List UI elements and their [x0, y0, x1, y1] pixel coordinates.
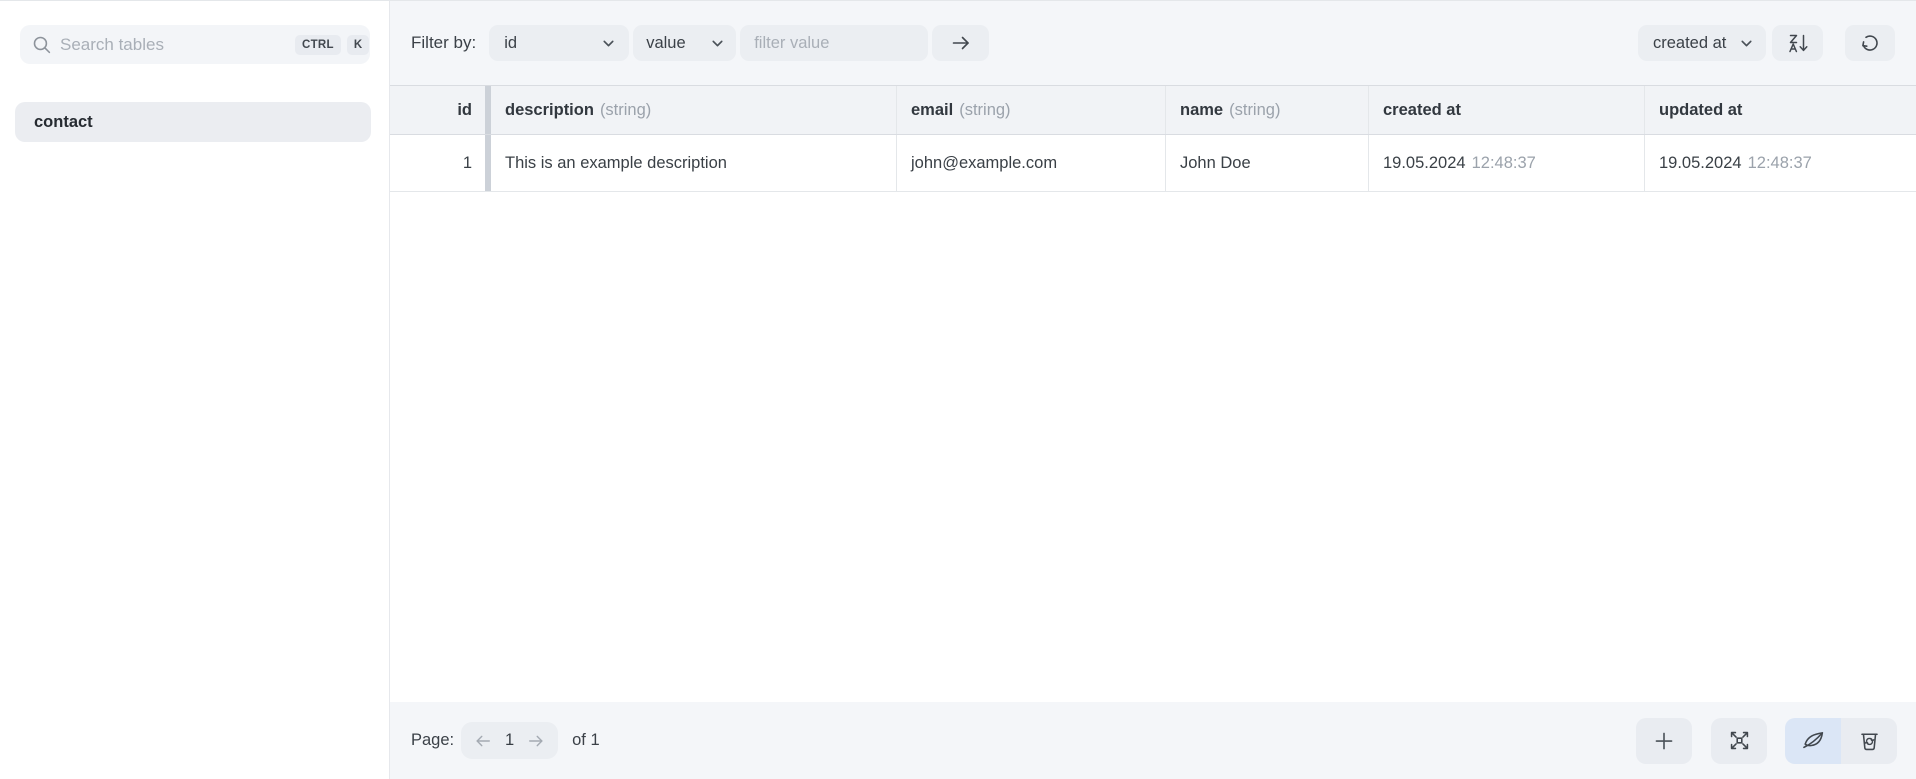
- table-name-label: contact: [34, 112, 93, 131]
- sort-za-icon: [1788, 34, 1808, 53]
- column-header-email[interactable]: email (string): [897, 86, 1166, 134]
- sidebar-item-contact[interactable]: contact: [15, 102, 371, 142]
- column-label: id: [457, 100, 472, 119]
- plus-icon: [1655, 732, 1673, 749]
- search-tables-box[interactable]: CTRL K: [20, 25, 370, 64]
- expand-view-button[interactable]: [1711, 717, 1767, 764]
- next-page-button[interactable]: [526, 731, 546, 751]
- cell-updated-at[interactable]: 19.05.2024 12:48:37: [1645, 135, 1916, 191]
- column-label: updated at: [1659, 100, 1743, 119]
- search-icon: [33, 36, 51, 54]
- leaf-icon: [1802, 732, 1823, 749]
- filter-operator-value: value: [646, 33, 686, 52]
- footer-actions: [1636, 717, 1897, 764]
- refresh-icon: [1862, 35, 1878, 51]
- filter-column-select[interactable]: id: [489, 25, 630, 61]
- truncate-table-button[interactable]: [1841, 717, 1897, 764]
- column-header-name[interactable]: name (string): [1166, 86, 1369, 134]
- column-type: (string): [1229, 100, 1281, 119]
- column-label: description: [505, 100, 594, 119]
- shortcut-k-key: K: [346, 34, 370, 55]
- cell-id[interactable]: 1: [390, 135, 485, 191]
- refresh-button[interactable]: [1845, 25, 1895, 61]
- column-header-description[interactable]: description (string): [491, 86, 897, 134]
- column-type: (string): [959, 100, 1011, 119]
- sort-column-select[interactable]: created at: [1638, 25, 1766, 61]
- date-value: 19.05.2024: [1383, 153, 1466, 172]
- column-header-id[interactable]: id: [390, 86, 485, 134]
- time-value: 12:48:37: [1471, 153, 1536, 172]
- cell-email[interactable]: john@example.com: [897, 135, 1166, 191]
- trash-refresh-icon: [1860, 733, 1878, 751]
- column-header-updated-at[interactable]: updated at: [1645, 86, 1916, 134]
- pagination: Page: 1 of 1: [411, 722, 600, 759]
- expand-icon: [1730, 731, 1748, 750]
- add-row-button[interactable]: [1636, 717, 1692, 764]
- sort-controls: created at: [1638, 25, 1895, 61]
- column-label: created at: [1383, 100, 1461, 119]
- table-header-row: id description (string) email (string) n…: [390, 85, 1916, 135]
- cell-description[interactable]: This is an example description: [491, 135, 897, 191]
- column-type: (string): [599, 100, 652, 119]
- sort-column-value: created at: [1653, 33, 1727, 52]
- chevron-down-icon: [603, 40, 614, 46]
- filter-column-value: id: [504, 33, 518, 52]
- previous-page-button[interactable]: [473, 731, 493, 751]
- main-panel: Filter by: id value created: [390, 1, 1916, 779]
- total-pages-label: of 1: [572, 731, 600, 749]
- page-pill: 1: [461, 722, 559, 759]
- eco-mode-toggle[interactable]: [1785, 717, 1841, 764]
- filter-operator-select[interactable]: value: [633, 25, 737, 61]
- date-value: 19.05.2024: [1659, 153, 1742, 172]
- apply-filter-button[interactable]: [932, 25, 990, 61]
- filter-by-label: Filter by:: [411, 33, 477, 52]
- filter-toolbar: Filter by: id value created: [390, 1, 1916, 85]
- arrow-right-icon: [529, 735, 543, 746]
- footer-bar: Page: 1 of 1: [390, 702, 1916, 779]
- time-value: 12:48:37: [1747, 153, 1812, 172]
- search-input[interactable]: [52, 34, 289, 55]
- chevron-down-icon: [712, 40, 723, 46]
- cell-name[interactable]: John Doe: [1166, 135, 1369, 191]
- sort-direction-button[interactable]: [1772, 25, 1823, 61]
- chevron-down-icon: [1741, 40, 1752, 46]
- column-label: email: [911, 100, 954, 119]
- table-row[interactable]: 1 This is an example description john@ex…: [390, 135, 1916, 192]
- filter-controls: Filter by: id value: [411, 25, 990, 61]
- column-header-created-at[interactable]: created at: [1369, 86, 1645, 134]
- arrow-right-icon: [952, 36, 969, 50]
- database-studio-app: CTRL K contact Filter by: id value: [0, 0, 1916, 779]
- arrow-left-icon: [476, 735, 491, 746]
- sidebar: CTRL K contact: [0, 1, 390, 779]
- filter-value-input[interactable]: [740, 25, 929, 61]
- page-label: Page:: [411, 731, 455, 749]
- table-empty-area: [390, 192, 1916, 702]
- cell-created-at[interactable]: 19.05.2024 12:48:37: [1369, 135, 1645, 191]
- column-label: name: [1180, 100, 1224, 119]
- current-page-number: 1: [505, 731, 515, 749]
- shortcut-ctrl-key: CTRL: [295, 34, 341, 55]
